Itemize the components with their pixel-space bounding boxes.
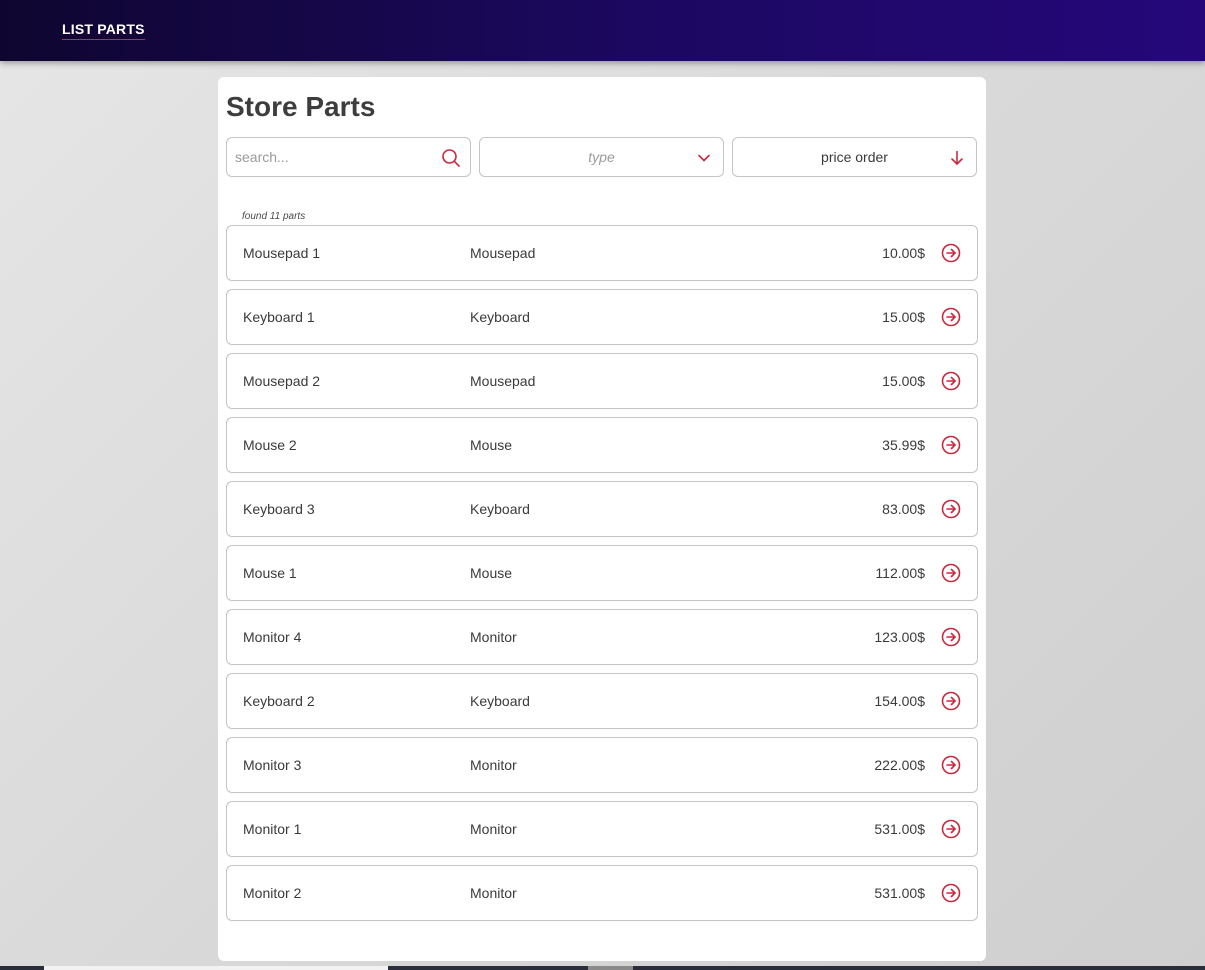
part-name: Keyboard 3 [243,501,315,517]
arrow-down-icon [951,150,963,165]
type-select[interactable]: type [479,137,724,177]
part-name: Monitor 3 [243,757,302,773]
part-price: 531.00$ [874,821,925,837]
part-price: 112.00$ [875,565,925,581]
part-price: 531.00$ [874,885,925,901]
part-row[interactable]: Mousepad 1 Mousepad 10.00$ [226,225,978,281]
part-type: Keyboard [470,501,530,517]
part-type: Monitor [470,757,517,773]
part-row[interactable]: Mousepad 2 Mousepad 15.00$ [226,353,978,409]
part-row[interactable]: Monitor 2 Monitor 531.00$ [226,865,978,921]
type-select-placeholder: type [588,149,615,165]
part-type: Mousepad [470,373,536,389]
top-navbar: LIST PARTS [0,0,1205,61]
part-price: 154.00$ [874,693,925,709]
part-type: Monitor [470,629,517,645]
part-price: 123.00$ [874,629,925,645]
part-row[interactable]: Mouse 2 Mouse 35.99$ [226,417,978,473]
bottom-window-strip [0,966,1205,970]
search-icon[interactable] [441,148,461,168]
results-count: found 11 parts [242,211,306,222]
part-price: 35.99$ [882,437,925,453]
chevron-down-icon [698,154,710,162]
part-type: Mousepad [470,245,536,261]
part-name: Keyboard 1 [243,309,315,325]
arrow-right-circle-icon[interactable] [941,691,961,711]
part-price: 222.00$ [874,757,925,773]
page-title: Store Parts [226,91,376,122]
part-name: Mouse 1 [243,565,297,581]
part-name: Mousepad 1 [243,245,321,261]
part-row[interactable]: Monitor 3 Monitor 222.00$ [226,737,978,793]
arrow-right-circle-icon[interactable] [941,563,961,583]
part-row[interactable]: Keyboard 3 Keyboard 83.00$ [226,481,978,537]
part-type: Mouse [470,437,513,453]
part-type: Monitor [470,821,517,837]
part-name: Monitor 4 [243,629,302,645]
part-name: Monitor 1 [243,821,302,837]
part-name: Mouse 2 [243,437,297,453]
part-price: 10.00$ [882,245,925,261]
price-order-select[interactable]: price order [732,137,977,177]
part-name: Monitor 2 [243,885,302,901]
store-parts-panel: Store Parts type price order found 11 pa… [218,77,986,961]
nav-link-list-parts[interactable]: LIST PARTS [62,21,145,40]
part-row[interactable]: Monitor 4 Monitor 123.00$ [226,609,978,665]
part-price: 83.00$ [882,501,925,517]
part-type: Monitor [470,885,517,901]
arrow-right-circle-icon[interactable] [941,883,961,903]
part-name: Keyboard 2 [243,693,315,709]
arrow-right-circle-icon[interactable] [941,371,961,391]
part-price: 15.00$ [882,309,925,325]
arrow-right-circle-icon[interactable] [941,499,961,519]
part-type: Keyboard [470,309,530,325]
arrow-right-circle-icon[interactable] [941,435,961,455]
part-type: Keyboard [470,693,530,709]
part-row[interactable]: Monitor 1 Monitor 531.00$ [226,801,978,857]
search-field[interactable] [226,137,471,177]
arrow-right-circle-icon[interactable] [941,819,961,839]
part-name: Mousepad 2 [243,373,321,389]
arrow-right-circle-icon[interactable] [941,243,961,263]
arrow-right-circle-icon[interactable] [941,627,961,647]
arrow-right-circle-icon[interactable] [941,307,961,327]
part-row[interactable]: Keyboard 1 Keyboard 15.00$ [226,289,978,345]
part-type: Mouse [470,565,513,581]
part-price: 15.00$ [882,373,925,389]
arrow-right-circle-icon[interactable] [941,755,961,775]
price-order-value: price order [821,149,888,165]
parts-list: Mousepad 1 Mousepad 10.00$ Keyboard 1 Keyboa… [226,225,978,929]
search-input[interactable] [235,138,435,176]
part-row[interactable]: Mouse 1 Mouse 112.00$ [226,545,978,601]
part-row[interactable]: Keyboard 2 Keyboard 154.00$ [226,673,978,729]
